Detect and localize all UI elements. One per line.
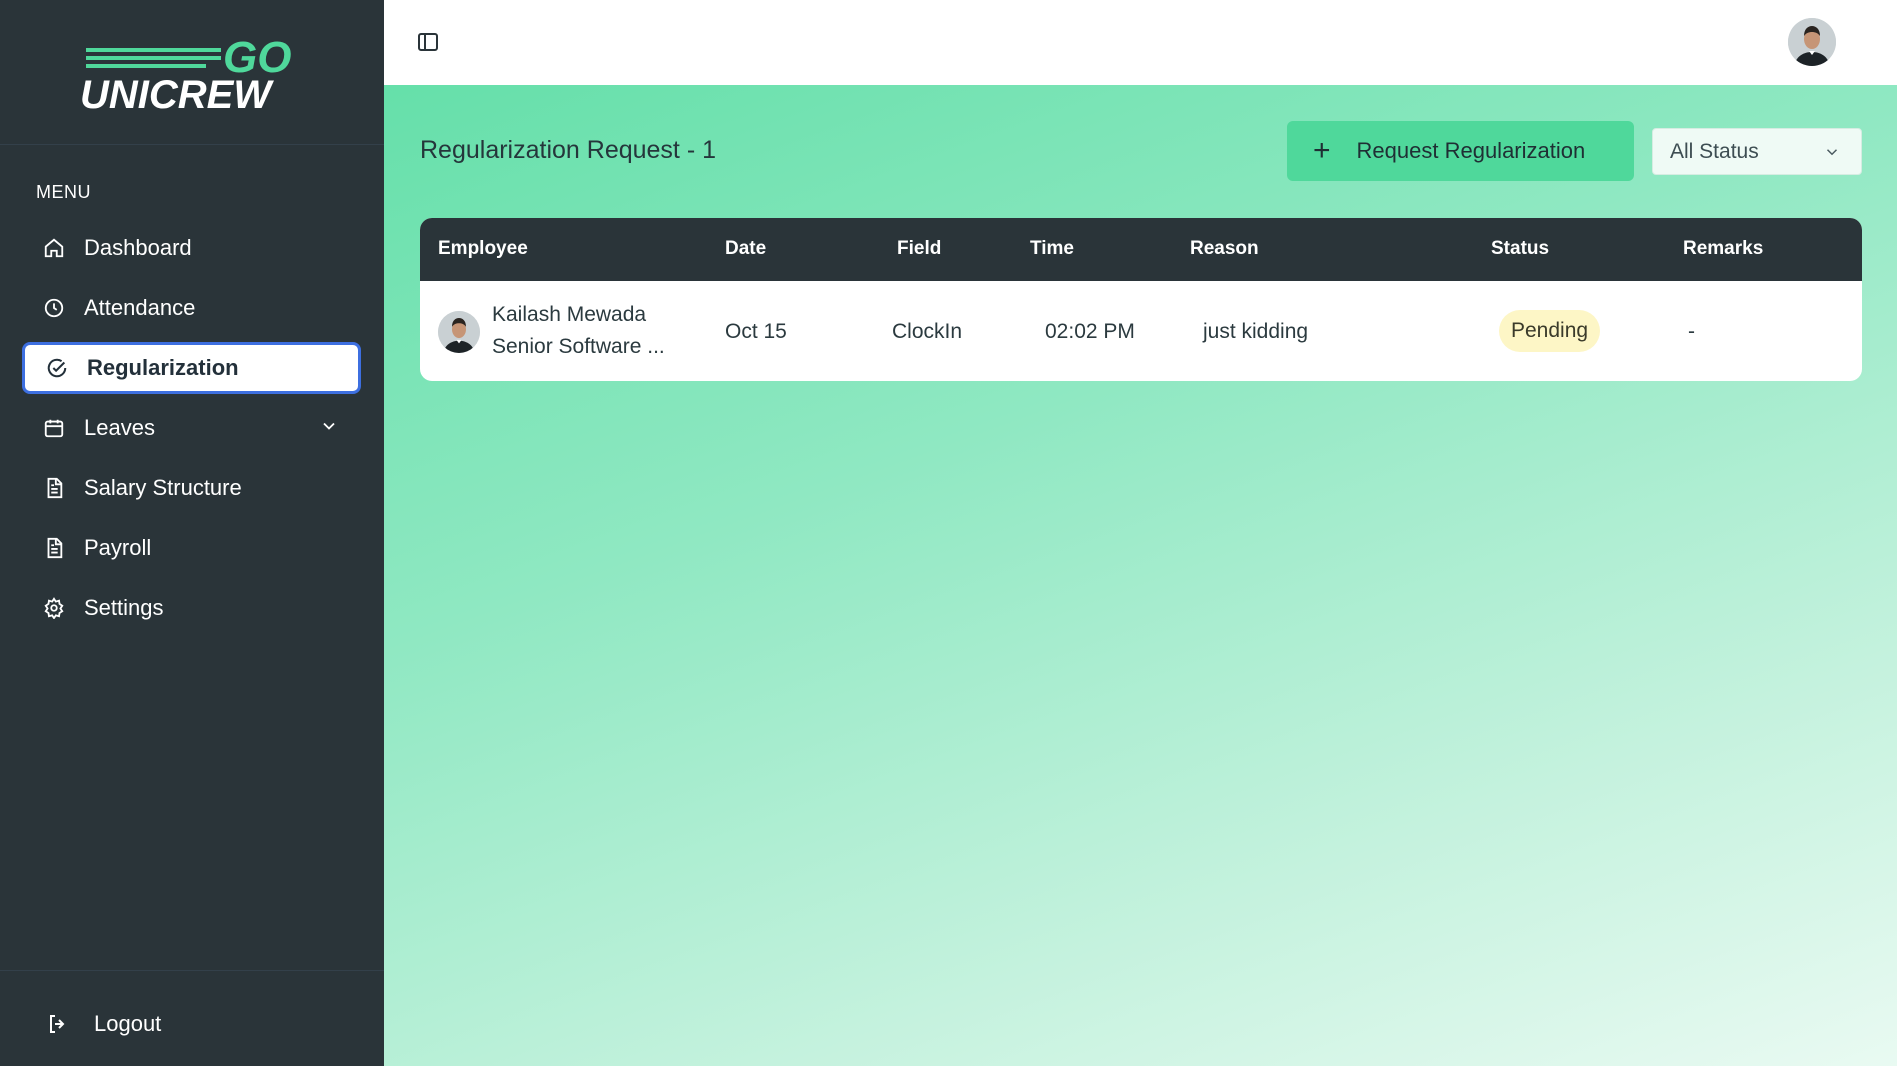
- clock-icon: [42, 296, 66, 320]
- page-title: Regularization Request - 1: [420, 136, 716, 164]
- request-regularization-button[interactable]: + Request Regularization: [1287, 121, 1634, 181]
- logout-area: Logout: [0, 970, 384, 1066]
- menu-heading: MENU: [36, 182, 91, 202]
- sidebar-item-payroll[interactable]: Payroll: [22, 522, 361, 574]
- employee-name: Kailash Mewada: [492, 303, 647, 326]
- column-header-time[interactable]: Time: [1030, 238, 1074, 260]
- chevron-down-icon: [1823, 143, 1841, 167]
- user-avatar[interactable]: [1788, 18, 1836, 66]
- check-circle-icon: [45, 356, 69, 380]
- time-cell: 02:02 PM: [1045, 320, 1135, 343]
- table-header: Employee Date Field Time Reason Status R…: [420, 218, 1862, 281]
- sidebar-item-dashboard[interactable]: Dashboard: [22, 222, 361, 274]
- document-icon: [42, 476, 66, 500]
- sidebar-item-label: Salary Structure: [84, 475, 242, 500]
- main-content: Regularization Request - 1 + Request Reg…: [384, 0, 1897, 1066]
- sidebar-item-salary-structure[interactable]: Salary Structure: [22, 462, 361, 514]
- sidebar: GO UNICREW MENU Dashboard Attendance Reg…: [0, 0, 384, 1066]
- field-cell: ClockIn: [892, 320, 963, 343]
- go-unicrew-logo: GO UNICREW: [80, 33, 291, 112]
- sidebar-item-label: Settings: [84, 595, 164, 620]
- sidebar-item-label: Regularization: [87, 355, 239, 380]
- employee-avatar: [438, 311, 480, 353]
- top-bar: [384, 0, 1897, 85]
- sidebar-toggle-icon[interactable]: [416, 30, 440, 54]
- column-header-date[interactable]: Date: [725, 238, 766, 260]
- chevron-down-icon[interactable]: [319, 416, 339, 442]
- logout-label: Logout: [94, 1011, 162, 1036]
- remarks-cell: -: [1688, 320, 1695, 343]
- status-filter-value: All Status: [1670, 139, 1759, 163]
- sidebar-item-label: Dashboard: [84, 235, 192, 260]
- reason-cell: just kidding: [1203, 320, 1309, 343]
- sidebar-item-label: Attendance: [84, 295, 196, 320]
- column-header-reason[interactable]: Reason: [1190, 238, 1259, 260]
- sidebar-item-settings[interactable]: Settings: [22, 582, 361, 634]
- sidebar-item-label: Payroll: [84, 535, 152, 560]
- date-cell: Oct 15: [725, 320, 787, 343]
- home-icon: [42, 236, 66, 260]
- column-header-status[interactable]: Status: [1491, 238, 1549, 260]
- employee-role: Senior Software ...: [492, 335, 665, 358]
- column-header-remarks[interactable]: Remarks: [1683, 238, 1763, 260]
- app-window: GO UNICREW MENU Dashboard Attendance Reg…: [0, 0, 1897, 1066]
- column-header-field[interactable]: Field: [897, 238, 941, 260]
- column-header-employee[interactable]: Employee: [438, 238, 528, 260]
- status-filter-select[interactable]: All Status: [1652, 128, 1862, 175]
- gear-icon: [42, 596, 66, 620]
- logo-name-text: UNICREW: [80, 73, 274, 112]
- sidebar-item-leaves[interactable]: Leaves: [22, 402, 361, 454]
- logout-button[interactable]: Logout: [46, 1011, 161, 1037]
- table-row[interactable]: Kailash Mewada Senior Software ... Oct 1…: [420, 281, 1862, 381]
- document-icon: [42, 536, 66, 560]
- sidebar-item-label: Leaves: [84, 415, 155, 440]
- sidebar-item-regularization[interactable]: Regularization: [22, 342, 361, 394]
- status-badge: Pending: [1499, 310, 1601, 352]
- sidebar-nav: Dashboard Attendance Regularization Leav…: [22, 222, 361, 642]
- plus-icon: +: [1313, 134, 1331, 167]
- logout-icon: [46, 1011, 72, 1037]
- avatar-image: [1788, 18, 1836, 66]
- sidebar-item-attendance[interactable]: Attendance: [22, 282, 361, 334]
- regularization-table: Employee Date Field Time Reason Status R…: [420, 218, 1862, 381]
- calendar-icon: [42, 416, 66, 440]
- brand-logo[interactable]: GO UNICREW: [0, 0, 384, 145]
- request-button-label: Request Regularization: [1356, 138, 1586, 163]
